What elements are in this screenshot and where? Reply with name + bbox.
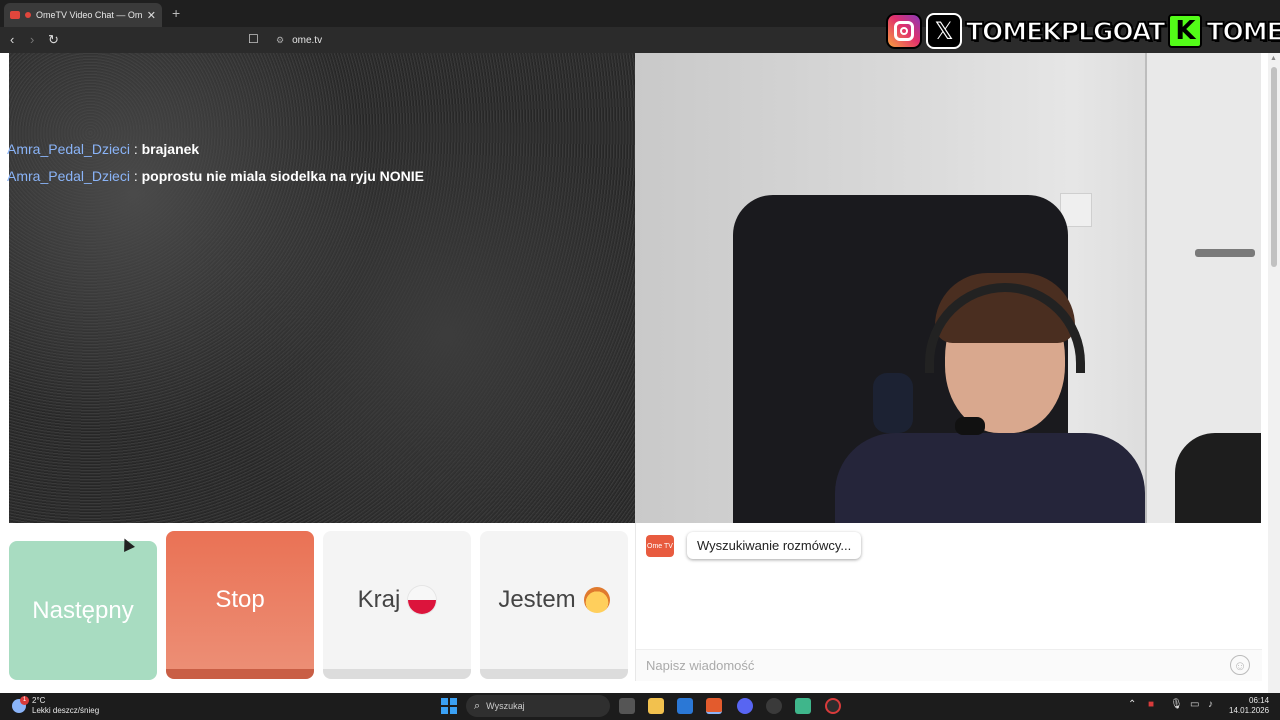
microphone-icon[interactable]: 🎙	[1170, 699, 1183, 710]
boy-emoji-icon	[583, 587, 610, 613]
country-label: Kraj	[357, 586, 401, 613]
local-camera-video	[635, 53, 1261, 523]
clock-date: 14.01.2026	[1229, 706, 1270, 715]
back-button[interactable]: ‹	[10, 32, 14, 47]
person-body	[835, 433, 1145, 523]
headset-earcup	[873, 373, 913, 433]
brave-browser-icon[interactable]	[706, 698, 722, 714]
gender-button[interactable]: Jestem	[480, 531, 628, 679]
site-info-icon[interactable]: ⚙	[276, 35, 284, 46]
recording-dot-icon	[25, 12, 31, 18]
store-icon[interactable]	[677, 698, 693, 714]
youtube-favicon-icon	[10, 11, 20, 19]
display-icon[interactable]: ▭	[1190, 699, 1199, 710]
chat-overlay-line: Amra_Pedal_Dzieci : brajanek	[7, 141, 200, 157]
poland-flag-icon	[408, 586, 437, 614]
new-tab-button[interactable]: +	[172, 5, 180, 21]
country-button[interactable]: Kraj	[323, 531, 471, 679]
tray-app-icon[interactable]: ■	[1148, 699, 1154, 710]
stop-label: Stop	[215, 586, 265, 613]
message-input-row: ☺	[636, 649, 1262, 681]
app-icon[interactable]	[766, 698, 782, 714]
scrollbar-thumb[interactable]	[1271, 67, 1277, 267]
x-logo-icon: 𝕏	[926, 13, 962, 49]
ometv-page: Amra_Pedal_Dzieci : brajanek Amra_Pedal_…	[0, 53, 1280, 693]
remote-video: Amra_Pedal_Dzieci : brajanek Amra_Pedal_…	[7, 53, 635, 523]
weather-icon: 1	[12, 696, 29, 713]
notification-badge: 1	[20, 696, 29, 705]
social-handles-overlay: 𝕏 TOMEKPLGOAT K TOMEKPL	[886, 12, 1280, 50]
tab-title: OmeTV Video Chat — Omeg	[36, 10, 142, 20]
next-label: Następny	[32, 596, 134, 624]
reload-button[interactable]: ↻	[48, 32, 59, 48]
background-chair	[1175, 433, 1261, 523]
obs-icon[interactable]	[825, 698, 841, 714]
windows-taskbar: 1 2°C Lekki deszcz/śnieg ⌕ Wyszukaj ⌃ ■ …	[0, 693, 1280, 720]
kick-logo-icon: K	[1168, 14, 1203, 48]
network-app-icon[interactable]	[795, 698, 811, 714]
task-view-icon[interactable]	[619, 698, 635, 714]
chat-message: poprostu nie miala siodelka na ryju NONI…	[141, 168, 425, 184]
bookmark-icon[interactable]: ☐	[248, 32, 259, 46]
scroll-up-icon[interactable]: ▲	[1270, 55, 1277, 62]
handle-secondary: TOMEKPL	[1206, 16, 1280, 47]
emoji-picker-icon[interactable]: ☺	[1230, 655, 1250, 675]
taskbar-search[interactable]: ⌕ Wyszukaj	[466, 695, 610, 717]
headset-mic	[955, 417, 985, 435]
gender-label: Jestem	[498, 586, 576, 613]
weather-description: Lekki deszcz/śnieg	[32, 706, 100, 715]
status-message-bubble: Wyszukiwanie rozmówcy...	[687, 532, 862, 559]
weather-temperature: 2°C	[32, 696, 46, 705]
volume-icon[interactable]: ♪	[1208, 699, 1213, 710]
chat-username: Amra_Pedal_Dzieci	[7, 141, 130, 157]
windows-start-icon[interactable]	[441, 698, 457, 714]
chat-username: Amra_Pedal_Dzieci	[7, 168, 130, 184]
browser-tab[interactable]: OmeTV Video Chat — Omeg ✕	[4, 3, 162, 27]
address-bar[interactable]: ⚙ ome.tv	[270, 30, 890, 50]
stop-button[interactable]: Stop	[166, 531, 314, 679]
search-icon: ⌕	[474, 699, 481, 712]
next-button[interactable]: Następny	[9, 541, 157, 680]
door-handle	[1195, 249, 1255, 257]
clock-time: 06:14	[1249, 696, 1270, 705]
chat-overlay-line: Amra_Pedal_Dzieci : poprostu nie miala s…	[7, 168, 425, 184]
instagram-icon	[886, 13, 922, 49]
ometv-logo-icon: Ome TV	[646, 535, 674, 557]
message-input[interactable]	[636, 650, 1216, 680]
chat-panel: Ome TV Wyszukiwanie rozmówcy... ☺	[635, 523, 1262, 681]
chat-message: brajanek	[141, 141, 200, 157]
tab-close-icon[interactable]: ✕	[147, 9, 156, 22]
taskbar-clock[interactable]: 06:14 14.01.2026	[1229, 696, 1269, 716]
url-text: ome.tv	[292, 34, 323, 46]
forward-button[interactable]: ›	[30, 32, 34, 47]
search-label: Wyszukaj	[486, 701, 525, 711]
file-explorer-icon[interactable]	[648, 698, 664, 714]
page-scrollbar[interactable]: ▲	[1268, 53, 1280, 693]
handle-primary: TOMEKPLGOAT	[965, 16, 1166, 47]
tray-overflow-icon[interactable]: ⌃	[1128, 699, 1136, 710]
discord-icon[interactable]	[737, 698, 753, 714]
weather-widget[interactable]: 1 2°C Lekki deszcz/śnieg	[12, 696, 99, 716]
